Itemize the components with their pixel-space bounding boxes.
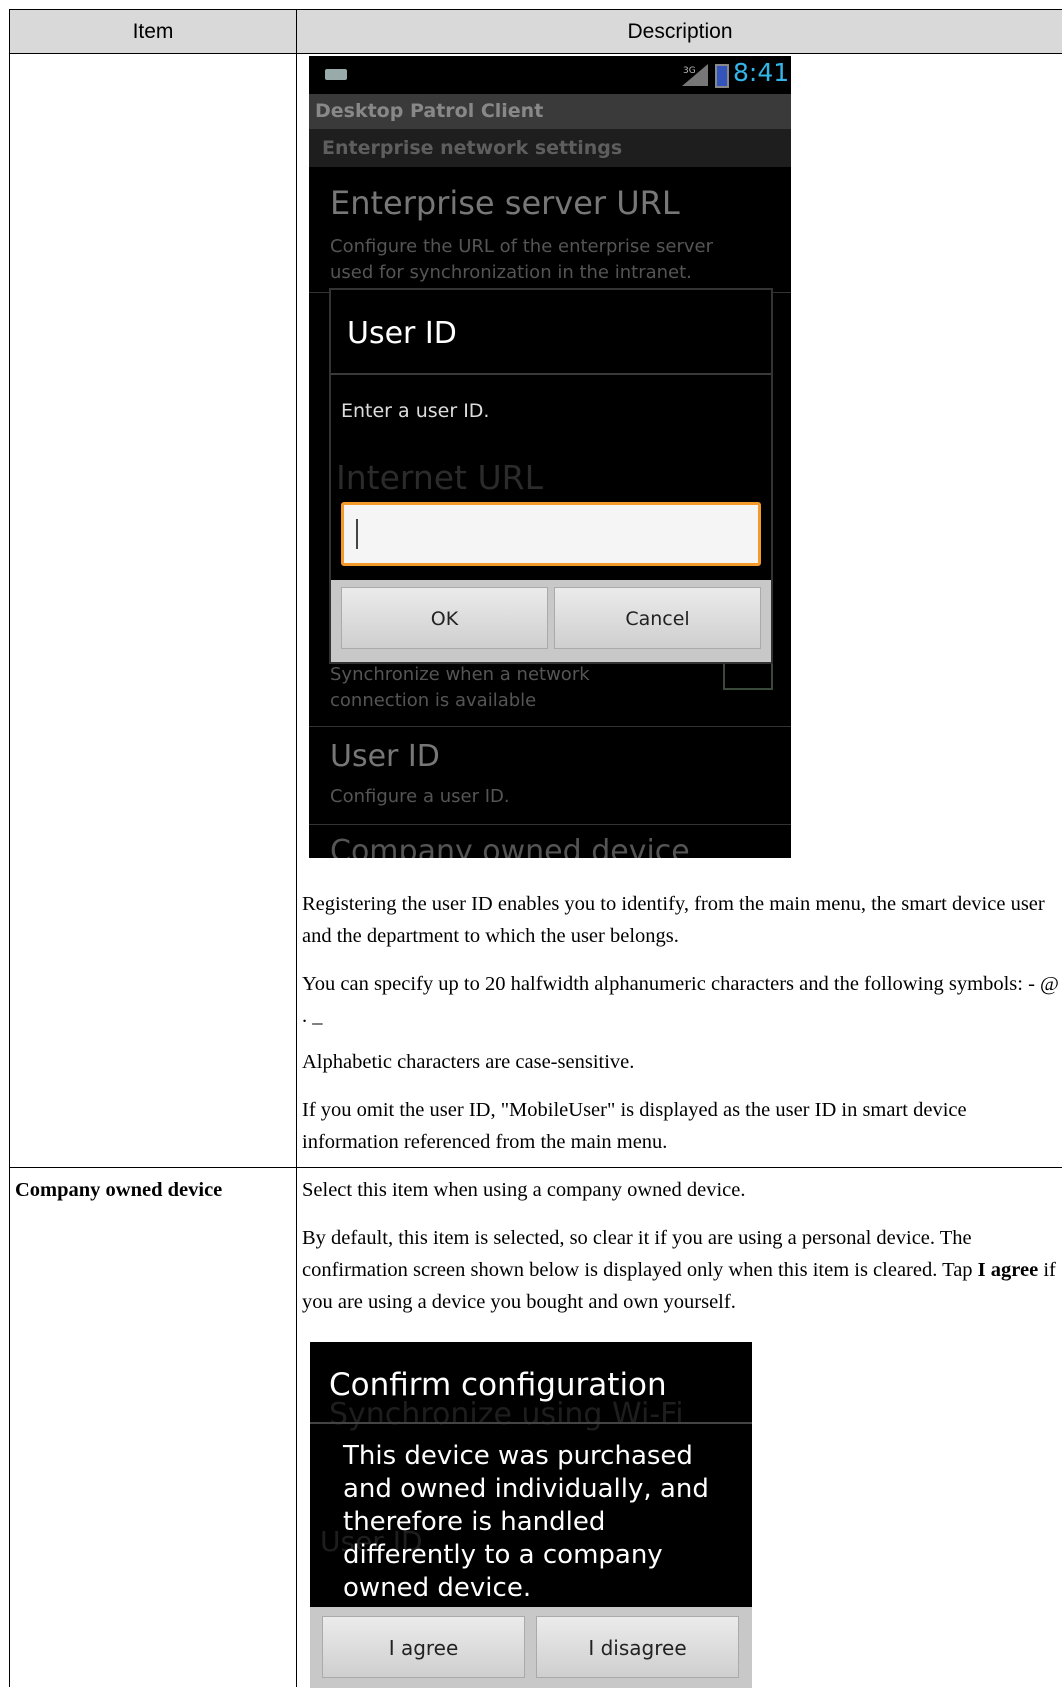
user-id-dialog: User ID Enter a user ID. Internet URL OK… — [329, 288, 773, 664]
header-description: Description — [627, 20, 733, 43]
dialog-button-bar: OK Cancel — [331, 580, 771, 662]
header-divider — [10, 53, 1062, 54]
status-bar: 3G 8:41 — [309, 56, 791, 94]
ok-button[interactable]: OK — [341, 587, 548, 649]
user-id-paragraph-1: Registering the user ID enables you to i… — [302, 893, 1045, 947]
row-divider — [10, 1167, 1062, 1168]
app-title: Desktop Patrol Client — [309, 94, 791, 129]
sync-checkbox[interactable] — [723, 662, 773, 690]
battery-icon — [715, 64, 729, 88]
item-company-owned-device: Company owned device — [15, 1179, 223, 1201]
setting-title-enterprise-url[interactable]: Enterprise server URL — [330, 184, 680, 222]
header-item: Item — [132, 20, 174, 43]
setting-sync-line2: connection is available — [330, 690, 537, 711]
keyboard-icon — [325, 69, 347, 80]
user-id-screenshot: 3G 8:41 Desktop Patrol Client Enterprise… — [309, 56, 791, 858]
company-paragraph-2-text: By default, this item is selected, so cl… — [302, 1227, 978, 1281]
list-divider — [309, 824, 791, 825]
text-cursor — [356, 519, 358, 549]
i-agree-emphasis: I agree — [977, 1259, 1039, 1281]
company-paragraph-2: By default, this item is selected, so cl… — [302, 1222, 1062, 1318]
confirm-dialog-button-bar: I agree I disagree — [310, 1607, 752, 1688]
setting-title-user-id[interactable]: User ID — [330, 739, 440, 774]
i-disagree-button[interactable]: I disagree — [536, 1616, 739, 1678]
confirm-dialog-divider — [310, 1422, 752, 1424]
dialog-divider — [331, 373, 771, 375]
company-paragraph-1: Select this item when using a company ow… — [302, 1179, 746, 1201]
user-id-input[interactable] — [341, 502, 761, 566]
section-header: Enterprise network settings — [309, 129, 791, 167]
user-id-paragraph-2: You can specify up to 20 halfwidth alpha… — [302, 973, 1059, 1027]
column-divider — [296, 10, 297, 1687]
status-time: 8:41 — [733, 58, 790, 87]
dialog-background-text: Internet URL — [336, 458, 543, 497]
setting-title-company-owned[interactable]: Company owned device — [330, 834, 690, 858]
user-id-paragraph-4: If you omit the user ID, "MobileUser" is… — [302, 1099, 967, 1153]
i-agree-button[interactable]: I agree — [322, 1616, 525, 1678]
signal-icon: 3G — [682, 64, 708, 86]
svg-text:3G: 3G — [683, 66, 696, 76]
confirm-configuration-screenshot: Synchronize using Wi-Fi User ID Confirm … — [310, 1342, 752, 1688]
cancel-button[interactable]: Cancel — [554, 587, 761, 649]
setting-desc-line1: Configure the URL of the enterprise serv… — [330, 236, 713, 257]
setting-desc-user-id: Configure a user ID. — [330, 786, 510, 807]
list-divider — [309, 726, 791, 727]
user-id-paragraph-3: Alphabetic characters are case-sensitive… — [302, 1051, 635, 1073]
confirm-dialog-message: This device was purchased and owned indi… — [343, 1441, 709, 1603]
confirm-dialog-title: Confirm configuration — [329, 1367, 667, 1403]
dialog-message: Enter a user ID. — [341, 400, 490, 422]
setting-desc-line2: used for synchronization in the intranet… — [330, 262, 692, 283]
dialog-title: User ID — [347, 316, 457, 351]
setting-sync-line1: Synchronize when a network — [330, 664, 590, 685]
